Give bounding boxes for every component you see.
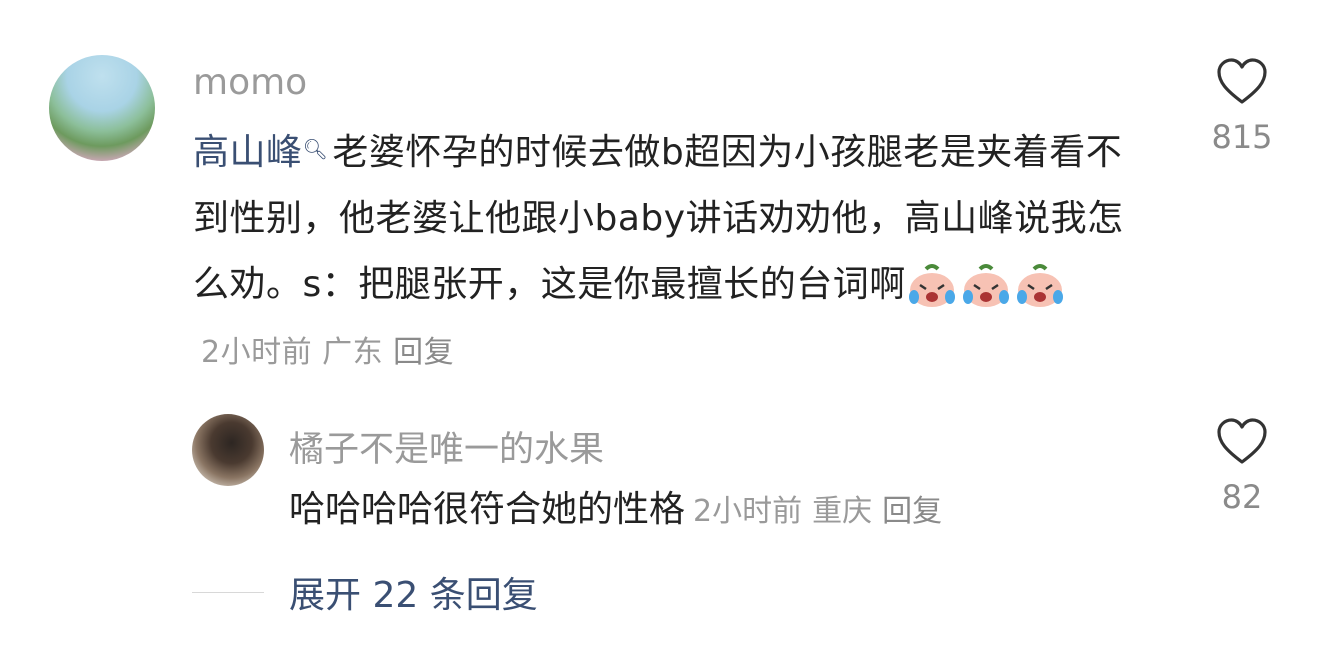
like-count: 815 xyxy=(1211,118,1273,156)
reply-time: 2小时前 xyxy=(693,494,803,529)
expand-replies-button[interactable]: 展开 22 条回复 xyxy=(289,566,538,618)
comment-body: 高山峰🔍︎ 老婆怀孕的时候去做b超因为小孩腿老是夹着看不到性别，他老婆让他跟小ba… xyxy=(193,120,1153,386)
comment-meta: 2小时前 广东 回复 xyxy=(201,335,464,370)
reply-body: 哈哈哈哈很符合她的性格 2小时前 重庆 回复 xyxy=(289,480,952,542)
comment-location: 广东 xyxy=(322,335,384,370)
mention-link[interactable]: 高山峰 xyxy=(193,132,303,173)
search-icon: 🔍︎ xyxy=(302,137,329,161)
avatar[interactable] xyxy=(49,55,155,161)
reply-username[interactable]: 橘子不是唯一的水果 xyxy=(289,421,604,472)
comment-time: 2小时前 xyxy=(201,335,313,370)
reply-avatar[interactable] xyxy=(192,414,264,486)
heart-icon xyxy=(1217,418,1267,464)
reply-meta: 2小时前 重庆 回复 xyxy=(693,494,952,529)
emoji-group xyxy=(906,264,1068,307)
like-button[interactable]: 815 xyxy=(1192,58,1292,156)
reply-button[interactable]: 回复 xyxy=(393,335,454,370)
divider xyxy=(192,592,264,593)
comment-username[interactable]: momo xyxy=(193,62,307,103)
heart-icon xyxy=(1217,58,1267,104)
reply-like-button[interactable]: 82 xyxy=(1192,418,1292,516)
reply-text: 哈哈哈哈很符合她的性格 xyxy=(289,489,686,530)
crying-laughing-face-icon xyxy=(962,264,1009,307)
reply-reply-button[interactable]: 回复 xyxy=(882,494,942,529)
crying-laughing-face-icon xyxy=(908,264,955,307)
reply-like-count: 82 xyxy=(1221,478,1263,516)
crying-laughing-face-icon xyxy=(1016,264,1063,307)
reply-location: 重庆 xyxy=(812,494,873,529)
